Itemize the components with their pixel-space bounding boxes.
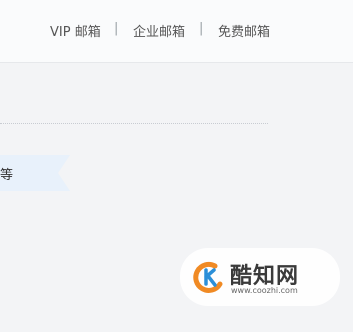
- free-mail-link[interactable]: 免费邮箱: [218, 21, 270, 40]
- coozhi-watermark: 酷知网 www.coozhi.com: [180, 248, 340, 306]
- watermark-url: www.coozhi.com: [231, 286, 298, 295]
- vip-mail-link[interactable]: VIP 邮箱: [50, 21, 101, 40]
- enterprise-mail-link[interactable]: 企业邮箱: [133, 21, 185, 40]
- nav-divider: [0, 62, 353, 63]
- nav-separator: |: [114, 21, 119, 36]
- coozhi-logo-icon: [193, 261, 223, 293]
- top-navigation: VIP 邮箱 | 企业邮箱 | 免费邮箱: [0, 0, 353, 62]
- page: VIP 邮箱 | 企业邮箱 | 免费邮箱 等 酷知网 www.coozhi.co…: [0, 0, 353, 332]
- nav-separator: |: [199, 21, 204, 36]
- ribbon-text: 等: [0, 168, 14, 183]
- ribbon-tag: 等: [0, 155, 70, 191]
- dotted-divider: [0, 123, 268, 124]
